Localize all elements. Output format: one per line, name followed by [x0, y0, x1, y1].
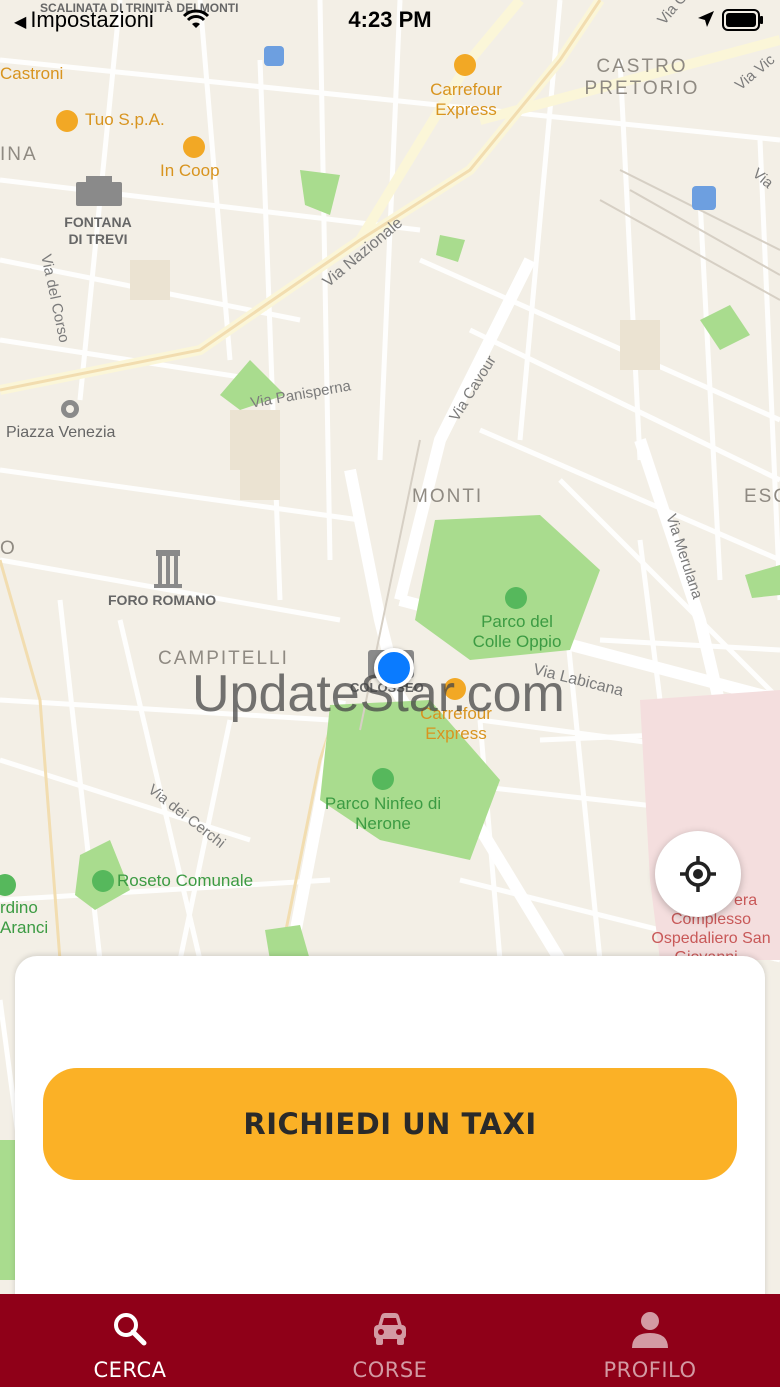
request-panel: RICHIEDI UN TAXI: [15, 956, 765, 1301]
district-label-ina: INA: [0, 144, 38, 165]
poi-label-tuo: Tuo S.p.A.: [85, 110, 165, 129]
location-arrow-icon: [696, 9, 716, 34]
district-label-esq: ESQ: [744, 486, 780, 507]
tab-label-profilo: PROFILO: [603, 1358, 697, 1382]
district-label-o: O: [0, 538, 17, 559]
district-label-monti: MONTI: [412, 486, 484, 507]
poi-label-carrefour-top: Carrefour Express: [430, 80, 502, 119]
tab-bar: CERCA CORSE PROFILO: [0, 1294, 780, 1387]
poi-label-roseto: Roseto Comunale: [117, 871, 254, 890]
tab-label-corse: CORSE: [352, 1358, 428, 1382]
tree-icon: [372, 768, 394, 790]
poi-label-giardino: rdino Aranci: [0, 898, 49, 937]
status-time: 4:23 PM: [348, 7, 432, 32]
poi-label-parco-colle: Parco del Colle Oppio: [472, 612, 562, 651]
shopping-basket-icon: [454, 54, 476, 76]
tab-cerca[interactable]: CERCA: [0, 1294, 260, 1387]
poi-label-fontana: FONTANA DI TREVI: [64, 214, 132, 247]
district-label-castro-pretorio: CASTRO PRETORIO: [584, 56, 700, 99]
request-taxi-button[interactable]: RICHIEDI UN TAXI: [43, 1068, 737, 1180]
poi-label-incoop: In Coop: [160, 161, 220, 180]
person-icon: [632, 1312, 668, 1348]
poi-label-ospedale-top: era: [734, 892, 758, 909]
tree-icon: [92, 870, 114, 892]
tree-icon: [505, 587, 527, 609]
search-icon: [114, 1313, 147, 1346]
tab-profilo[interactable]: PROFILO: [520, 1294, 780, 1387]
status-bar: ◀ Impostazioni 4:23 PM: [0, 0, 780, 40]
tab-label-cerca: CERCA: [93, 1358, 167, 1382]
poi-label-castroni: Castroni: [0, 64, 64, 83]
user-location-marker: [374, 648, 414, 688]
shopping-basket-icon: [56, 110, 78, 132]
car-icon: [374, 1313, 406, 1345]
shopping-basket-icon: [183, 136, 205, 158]
battery-icon: [722, 9, 763, 31]
tab-corse[interactable]: CORSE: [260, 1294, 520, 1387]
recenter-location-button[interactable]: [655, 831, 741, 917]
poi-label-foro-romano: FORO ROMANO: [108, 592, 217, 608]
poi-label-parco-ninfeo: Parco Ninfeo di Nerone: [324, 794, 442, 833]
poi-label-piazza-venezia: Piazza Venezia: [6, 424, 116, 441]
crosshair-icon: [680, 856, 716, 892]
